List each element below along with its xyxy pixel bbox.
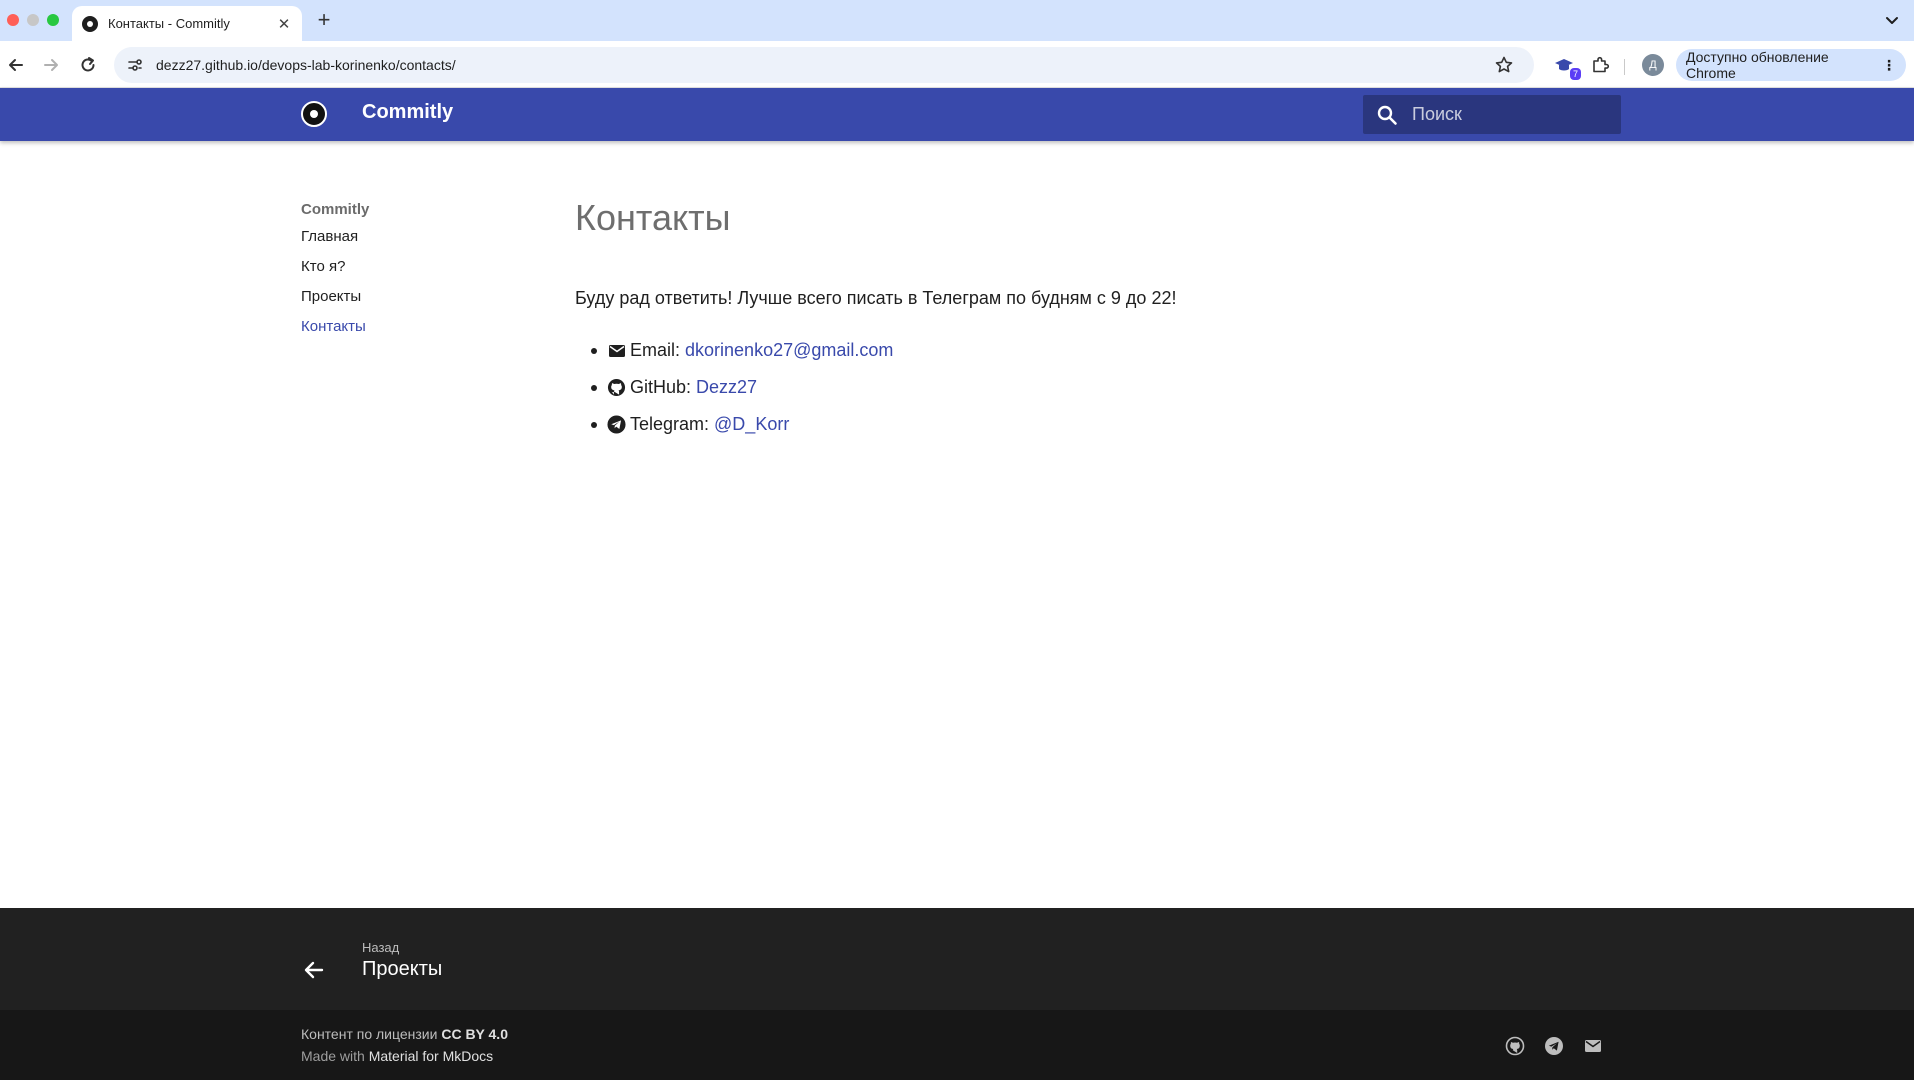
arrow-left-icon bbox=[304, 961, 324, 979]
made-with-link[interactable]: Material for MkDocs bbox=[369, 1048, 493, 1064]
bullet bbox=[591, 347, 597, 354]
sidebar-item-home[interactable]: Главная bbox=[301, 225, 521, 255]
sidebar-item-projects[interactable]: Проекты bbox=[301, 285, 521, 315]
footer-prev-link[interactable]: Назад Проекты bbox=[0, 908, 1914, 1010]
github-icon[interactable] bbox=[1505, 1036, 1525, 1056]
arrow-right-icon bbox=[44, 59, 58, 71]
browser-tabstrip: Контакты - Commitly ✕ + bbox=[0, 0, 1914, 41]
main-content: Контакты Буду рад ответить! Лучше всего … bbox=[575, 196, 1625, 434]
site-logo[interactable] bbox=[301, 101, 327, 127]
sidebar-item-about[interactable]: Кто я? bbox=[301, 255, 521, 285]
browser-tab-active[interactable]: Контакты - Commitly ✕ bbox=[72, 6, 302, 41]
tab-search-chevron-icon[interactable] bbox=[1882, 10, 1902, 30]
github-icon bbox=[607, 378, 626, 397]
page-title: Контакты bbox=[575, 197, 731, 238]
telegram-icon bbox=[607, 415, 626, 434]
contacts-list: Email: dkorinenko27@gmail.com GitHub: De… bbox=[575, 332, 893, 443]
minimize-window-button[interactable] bbox=[27, 14, 39, 26]
bullet bbox=[591, 384, 597, 391]
email-link[interactable]: dkorinenko27@gmail.com bbox=[685, 340, 893, 361]
extension-button[interactable]: 7 bbox=[1552, 53, 1581, 80]
browser-toolbar: dezz27.github.io/devops-lab-korinenko/co… bbox=[0, 41, 1914, 88]
site-header: Commitly Поиск bbox=[0, 88, 1914, 141]
reload-button[interactable] bbox=[76, 53, 100, 77]
reload-icon bbox=[81, 57, 95, 72]
footer-meta: Контент по лицензии CC BY 4.0 Made with … bbox=[0, 1010, 1914, 1080]
address-bar[interactable]: dezz27.github.io/devops-lab-korinenko/co… bbox=[114, 47, 1534, 83]
intro-text: Буду рад ответить! Лучше всего писать в … bbox=[575, 288, 1177, 308]
extensions-button[interactable] bbox=[1588, 53, 1612, 77]
sidebar-title: Commitly bbox=[301, 201, 370, 218]
url-text[interactable]: dezz27.github.io/devops-lab-korinenko/co… bbox=[156, 57, 1534, 73]
favicon-icon bbox=[82, 15, 98, 32]
telegram-label: Telegram: bbox=[630, 414, 710, 434]
email-icon[interactable] bbox=[1583, 1036, 1603, 1056]
github-link[interactable]: Dezz27 bbox=[696, 377, 757, 398]
license-text: Контент по лицензии CC BY 4.0 bbox=[301, 1026, 508, 1042]
list-item-github: GitHub: Dezz27 bbox=[575, 369, 893, 406]
tab-close-icon[interactable]: ✕ bbox=[276, 15, 292, 33]
bullet bbox=[591, 421, 597, 428]
sidebar-nav: Commitly Главная Кто я? Проекты Контакты bbox=[301, 198, 521, 345]
license-prefix: Контент по лицензии bbox=[301, 1026, 438, 1042]
telegram-icon[interactable] bbox=[1544, 1036, 1564, 1056]
tab-title: Контакты - Commitly bbox=[108, 16, 230, 31]
footer-direction-label: Назад bbox=[362, 940, 400, 955]
search-icon bbox=[1377, 105, 1397, 125]
close-window-button[interactable] bbox=[7, 14, 19, 26]
sidebar-item-contacts[interactable]: Контакты bbox=[301, 315, 521, 345]
puzzle-icon bbox=[1593, 56, 1610, 73]
search-placeholder: Поиск bbox=[1412, 104, 1462, 124]
chrome-update-button[interactable]: Доступно обновление Chrome ⋮ bbox=[1676, 49, 1906, 81]
telegram-link[interactable]: @D_Korr bbox=[714, 414, 789, 435]
kebab-menu-icon[interactable]: ⋮ bbox=[1882, 57, 1896, 74]
github-label: GitHub: bbox=[630, 377, 692, 397]
made-with-prefix: Made with bbox=[301, 1048, 365, 1064]
bookmark-star-icon[interactable] bbox=[1494, 55, 1514, 75]
email-icon bbox=[607, 341, 626, 360]
site-info-icon[interactable] bbox=[126, 56, 144, 74]
profile-avatar[interactable]: Д bbox=[1642, 54, 1664, 76]
new-tab-button[interactable]: + bbox=[314, 8, 334, 32]
back-button[interactable] bbox=[4, 53, 28, 77]
arrow-left-icon bbox=[9, 59, 23, 71]
forward-button[interactable] bbox=[39, 53, 63, 77]
license-link[interactable]: CC BY 4.0 bbox=[441, 1026, 508, 1042]
search-input[interactable]: Поиск bbox=[1363, 95, 1621, 134]
extension-badge: 7 bbox=[1569, 68, 1581, 80]
list-item-email: Email: dkorinenko27@gmail.com bbox=[575, 332, 893, 369]
update-label: Доступно обновление Chrome bbox=[1686, 49, 1829, 81]
email-label: Email: bbox=[630, 340, 681, 360]
maximize-window-button[interactable] bbox=[47, 14, 59, 26]
made-with-text: Made with Material for MkDocs bbox=[301, 1048, 493, 1064]
footer-prev-title[interactable]: Проекты bbox=[362, 958, 442, 981]
site-title[interactable]: Commitly bbox=[362, 101, 453, 124]
toolbar-divider bbox=[1624, 59, 1625, 75]
list-item-telegram: Telegram: @D_Korr bbox=[575, 406, 893, 443]
